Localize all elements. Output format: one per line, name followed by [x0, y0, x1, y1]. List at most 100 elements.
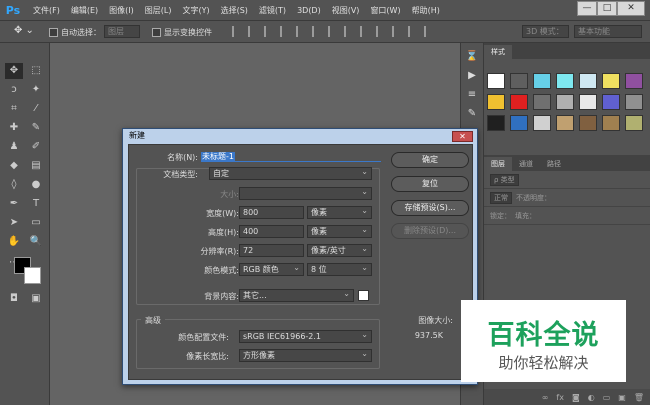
group-icon[interactable]: ▭ — [603, 393, 611, 402]
tab-paths[interactable]: 路径 — [540, 157, 568, 171]
adjustment-icon[interactable]: ◐ — [588, 393, 595, 402]
resolution-input[interactable]: 72 — [239, 244, 304, 257]
screen-mode-icon[interactable]: ▣ — [27, 291, 45, 307]
lasso-tool-icon[interactable]: ↄ — [5, 82, 23, 98]
height-input[interactable]: 400 — [239, 225, 304, 238]
align-icon[interactable] — [424, 26, 434, 37]
brush-tool-icon[interactable]: ✎ — [27, 120, 45, 136]
play-icon[interactable]: ▶ — [461, 70, 483, 81]
menu-item[interactable]: 窗口(W) — [370, 5, 400, 16]
layer-type-filter[interactable]: ρ 类型 — [490, 173, 519, 186]
name-input[interactable]: 未标题-1 — [201, 151, 381, 162]
reset-button[interactable]: 复位 — [391, 176, 469, 192]
style-swatch[interactable] — [510, 94, 528, 110]
style-swatch[interactable] — [556, 94, 574, 110]
type-tool-icon[interactable]: T — [27, 196, 45, 212]
blur-tool-icon[interactable]: ◊ — [5, 177, 23, 193]
tab-styles[interactable]: 样式 — [484, 45, 512, 59]
style-swatch[interactable] — [579, 115, 597, 131]
style-swatch[interactable] — [533, 73, 551, 89]
background-dropdown[interactable]: 其它... — [239, 288, 354, 302]
width-input[interactable]: 800 — [239, 206, 304, 219]
history-brush-icon[interactable]: ✐ — [27, 139, 45, 155]
style-swatch[interactable] — [510, 73, 528, 89]
shape-tool-icon[interactable]: ▭ — [27, 215, 45, 231]
tab-channels[interactable]: 通道 — [512, 157, 540, 171]
align-icon[interactable] — [408, 26, 418, 37]
menu-item[interactable]: 图层(L) — [145, 5, 172, 16]
menu-item[interactable]: 3D(D) — [297, 6, 321, 15]
pen-tool-icon[interactable]: ✒ — [5, 196, 23, 212]
align-icon[interactable] — [296, 26, 306, 37]
height-unit-dropdown[interactable]: 像素 — [307, 224, 372, 238]
menu-item[interactable]: 选择(S) — [221, 5, 248, 16]
auto-select-dropdown[interactable]: 图层 — [104, 25, 140, 38]
dialog-close-button[interactable]: ✕ — [452, 131, 473, 142]
style-swatch[interactable] — [487, 73, 505, 89]
menu-item[interactable]: 滤镜(T) — [259, 5, 286, 16]
style-swatch[interactable] — [487, 115, 505, 131]
aspect-ratio-dropdown[interactable]: 方形像素 — [239, 348, 372, 362]
delete-preset-button[interactable]: 删除预设(D)... — [391, 223, 469, 239]
3d-mode-dropdown[interactable]: 3D 模式： — [522, 25, 569, 38]
ok-button[interactable]: 确定 — [391, 152, 469, 168]
mask-icon[interactable]: ◙ — [572, 393, 580, 402]
style-swatch[interactable] — [602, 94, 620, 110]
trash-icon[interactable]: 🗑 — [634, 393, 644, 402]
color-mode-dropdown[interactable]: RGB 颜色 — [239, 262, 304, 276]
menu-item[interactable]: 图像(I) — [109, 5, 134, 16]
marquee-tool-icon[interactable]: ⬚ — [27, 63, 45, 79]
move-tool-icon[interactable]: ✥ ⌄ — [14, 25, 34, 36]
stamp-tool-icon[interactable]: ♟ — [5, 139, 23, 155]
minimize-button[interactable]: — — [577, 1, 597, 16]
style-swatch[interactable] — [579, 73, 597, 89]
style-swatch[interactable] — [556, 73, 574, 89]
eraser-tool-icon[interactable]: ◆ — [5, 158, 23, 174]
maximize-button[interactable]: □ — [597, 1, 617, 16]
size-dropdown[interactable] — [239, 186, 372, 200]
blend-mode-dropdown[interactable]: 正常 — [490, 191, 512, 204]
background-color-swatch[interactable] — [24, 267, 41, 284]
align-icon[interactable] — [376, 26, 386, 37]
auto-select-checkbox[interactable]: 自动选择： — [49, 27, 101, 38]
brush-panel-icon[interactable]: ✎ — [461, 108, 483, 119]
align-icon[interactable] — [264, 26, 274, 37]
align-icon[interactable] — [280, 26, 290, 37]
zoom-tool-icon[interactable]: 🔍 — [27, 234, 45, 250]
magic-wand-icon[interactable]: ✦ — [27, 82, 45, 98]
style-swatch[interactable] — [625, 115, 643, 131]
align-icon[interactable] — [344, 26, 354, 37]
style-swatch[interactable] — [625, 94, 643, 110]
quick-mask-icon[interactable]: ◘ — [5, 291, 23, 307]
show-transform-checkbox[interactable]: 显示变换控件 — [152, 27, 212, 38]
width-unit-dropdown[interactable]: 像素 — [307, 205, 372, 219]
style-swatch[interactable] — [579, 94, 597, 110]
style-swatch[interactable] — [510, 115, 528, 131]
menu-item[interactable]: 帮助(H) — [412, 5, 440, 16]
eyedropper-icon[interactable]: ⁄ — [27, 101, 45, 117]
path-select-icon[interactable]: ➤ — [5, 215, 23, 231]
style-swatch[interactable] — [556, 115, 574, 131]
style-swatch[interactable] — [487, 94, 505, 110]
link-icon[interactable]: ∞ — [542, 393, 549, 402]
menu-item[interactable]: 编辑(E) — [71, 5, 98, 16]
menu-item[interactable]: 文字(Y) — [182, 5, 209, 16]
close-window-button[interactable]: ✕ — [617, 1, 645, 16]
align-icon[interactable] — [392, 26, 402, 37]
align-icon[interactable] — [360, 26, 370, 37]
resolution-unit-dropdown[interactable]: 像素/英寸 — [307, 243, 372, 257]
background-color-swatch[interactable] — [358, 290, 369, 301]
align-icon[interactable] — [248, 26, 258, 37]
align-icon[interactable] — [328, 26, 338, 37]
dodge-tool-icon[interactable]: ● — [27, 177, 45, 193]
crop-tool-icon[interactable]: ⌗ — [5, 101, 23, 117]
style-swatch[interactable] — [625, 73, 643, 89]
style-swatch[interactable] — [533, 94, 551, 110]
style-swatch[interactable] — [602, 73, 620, 89]
menu-item[interactable]: 视图(V) — [332, 5, 360, 16]
save-preset-button[interactable]: 存储预设(S)... — [391, 200, 469, 216]
hand-tool-icon[interactable]: ✋ — [5, 234, 23, 250]
preset-dropdown[interactable]: 自定 — [209, 166, 372, 180]
workspace-dropdown[interactable]: 基本功能 — [574, 25, 642, 38]
fx-icon[interactable]: fx — [556, 393, 564, 402]
